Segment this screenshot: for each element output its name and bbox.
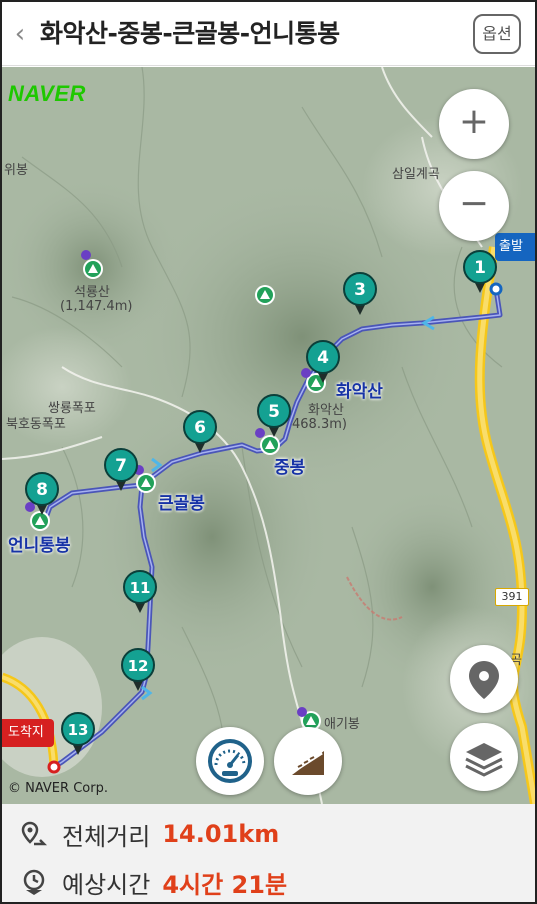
waypoint-number: 4 [317, 348, 329, 368]
waypoint-number: 1 [474, 258, 486, 278]
time-row: 예상시간 4시간 21분 [20, 862, 287, 902]
distance-row: 전체거리 14.01km [20, 814, 279, 854]
my-location-button[interactable] [450, 645, 518, 713]
end-point [47, 760, 61, 774]
waypoint-number: 12 [128, 657, 149, 675]
waypoint-marker-7[interactable]: 7 [104, 448, 138, 491]
waypoint-marker-6[interactable]: 6 [183, 410, 217, 453]
zoom-in-button[interactable]: + [439, 89, 509, 159]
distance-value: 14.01km [162, 820, 280, 848]
waypoint-marker-11[interactable]: 11 [123, 570, 157, 613]
distance-icon [21, 821, 48, 846]
waypoint-number: 7 [115, 456, 127, 476]
speedometer-icon [208, 739, 252, 783]
waypoint-marker-4[interactable]: 4 [306, 340, 340, 383]
elevation-profile-button[interactable] [274, 727, 342, 795]
layers-button[interactable] [450, 723, 518, 791]
map-copyright: © NAVER Corp. [8, 781, 108, 796]
slope-icon [292, 751, 324, 775]
layers-icon [465, 743, 503, 777]
speedometer-button[interactable] [196, 727, 264, 795]
waypoint-number: 6 [194, 418, 206, 438]
location-pin-icon [469, 661, 499, 699]
route-summary: 전체거리 14.01km 예상시간 4시간 21분 [2, 804, 535, 902]
waypoint-number: 11 [130, 579, 151, 597]
back-button[interactable]: ‹ [8, 16, 32, 52]
waypoint-number: 5 [268, 402, 280, 422]
distance-label: 전체거리 [62, 822, 151, 851]
waypoint-marker-12[interactable]: 12 [121, 648, 155, 691]
waypoint-number: 3 [354, 280, 366, 300]
time-label: 예상시간 [62, 870, 151, 899]
plus-icon: + [458, 101, 490, 142]
waypoint-number: 13 [68, 721, 89, 739]
waypoint-marker-13[interactable]: 13 [61, 712, 95, 755]
page-title: 화악산-중봉-큰골봉-언니통봉 [40, 19, 340, 48]
time-value: 4시간 21분 [162, 870, 288, 899]
minus-icon: − [458, 183, 490, 224]
clock-pin-icon [23, 869, 45, 895]
waypoint-marker-3[interactable]: 3 [343, 272, 377, 315]
top-bar: ‹ 화악산-중봉-큰골봉-언니통봉 옵션 [2, 2, 535, 66]
options-button[interactable]: 옵션 [473, 14, 521, 54]
chevron-left-icon: ‹ [14, 19, 26, 49]
waypoint-marker-8[interactable]: 8 [25, 472, 59, 515]
waypoint-marker-5[interactable]: 5 [257, 394, 291, 437]
waypoint-number: 8 [36, 480, 48, 500]
map-view[interactable]: NAVER 삼일계곡 석룡산 (1,147.4m) 쌍룡폭포 북호동폭포 애기봉… [2, 67, 535, 804]
start-point [489, 282, 503, 296]
zoom-out-button[interactable]: − [439, 171, 509, 241]
